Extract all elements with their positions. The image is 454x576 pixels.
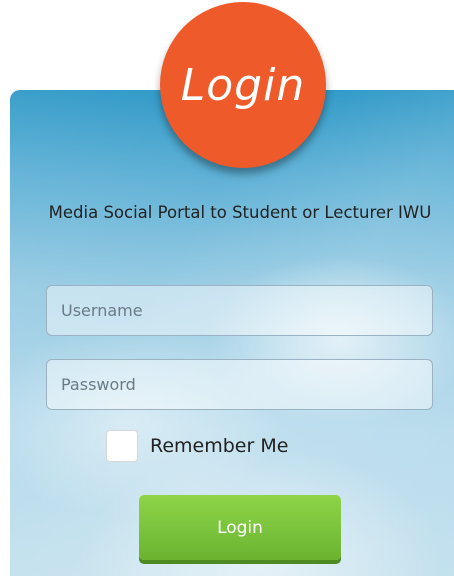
remember-me-label[interactable]: Remember Me <box>150 435 288 457</box>
login-badge: Login <box>160 2 326 168</box>
username-input[interactable] <box>46 285 433 336</box>
badge-title: Login <box>180 59 306 111</box>
remember-me-checkbox[interactable] <box>106 430 138 462</box>
remember-me-row[interactable]: Remember Me <box>106 430 288 462</box>
login-page: Login Media Social Portal to Student or … <box>0 0 454 576</box>
password-input[interactable] <box>46 359 433 410</box>
login-button[interactable]: Login <box>139 495 341 560</box>
portal-description: Media Social Portal to Student or Lectur… <box>48 203 432 222</box>
